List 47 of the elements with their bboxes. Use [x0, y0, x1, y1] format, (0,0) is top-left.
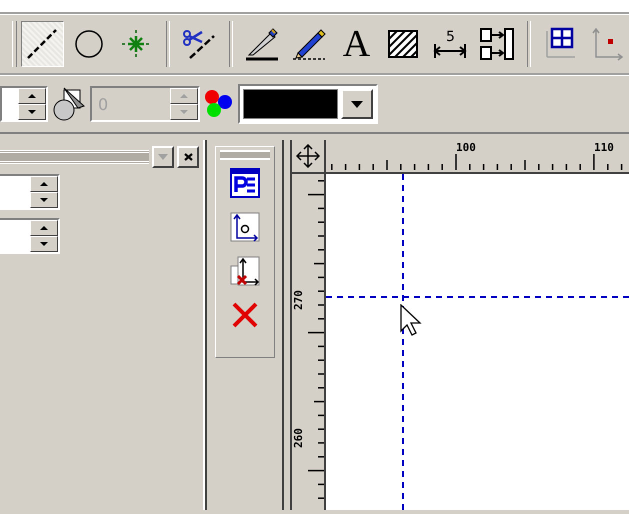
- cursor-icon: [400, 304, 422, 336]
- origin-axes-icon: [230, 212, 260, 242]
- ruler-label: 260: [293, 428, 305, 448]
- spin-field[interactable]: [0, 174, 60, 210]
- down-arrow-icon: [40, 198, 48, 202]
- dropdown-button[interactable]: [341, 89, 373, 119]
- ruler-label: 110: [594, 142, 614, 154]
- ruler-label: 270: [293, 290, 305, 310]
- axis-icon: [590, 27, 624, 61]
- tool-button[interactable]: 5: [428, 21, 472, 67]
- panel-grip[interactable]: [0, 150, 149, 164]
- text-tool-button[interactable]: A: [334, 21, 378, 67]
- layers-icon: [52, 86, 86, 122]
- guide-line[interactable]: [326, 296, 629, 298]
- spin-field[interactable]: [0, 218, 60, 254]
- color-dropdown[interactable]: [238, 84, 378, 124]
- up-arrow-icon: [180, 94, 188, 98]
- delete-icon: [232, 302, 258, 328]
- ruler-label: 100: [456, 142, 476, 154]
- scissors-icon: [182, 28, 216, 60]
- close-icon: [184, 153, 192, 161]
- dashed-line-icon: [25, 27, 60, 61]
- circle-icon: [74, 29, 104, 59]
- down-arrow-icon: [40, 242, 48, 246]
- pen-icon: [245, 27, 280, 61]
- close-button[interactable]: [177, 146, 199, 168]
- up-arrow-icon: [40, 182, 48, 186]
- align-icon: [480, 27, 514, 61]
- delete-axes-icon: [230, 256, 260, 288]
- caret-icon: [351, 100, 363, 108]
- up-arrow-icon: [28, 94, 36, 98]
- tool-button[interactable]: [230, 168, 260, 198]
- tool-button[interactable]: [230, 256, 260, 288]
- tool-button[interactable]: [230, 212, 260, 242]
- guide-line[interactable]: [402, 174, 404, 510]
- caret-icon: [158, 154, 168, 160]
- up-arrow-icon: [40, 226, 48, 230]
- down-arrow-icon: [28, 110, 36, 114]
- tool-button[interactable]: [20, 21, 64, 67]
- hatch-icon: [388, 30, 418, 58]
- spin-field[interactable]: [0, 86, 48, 122]
- down-arrow-icon: [180, 110, 188, 114]
- toolbar-grip[interactable]: [12, 21, 17, 67]
- color-circles-icon: [204, 89, 234, 119]
- move-icon[interactable]: [292, 140, 326, 174]
- pencil-icon: [292, 27, 326, 61]
- properties-icon: [230, 168, 260, 198]
